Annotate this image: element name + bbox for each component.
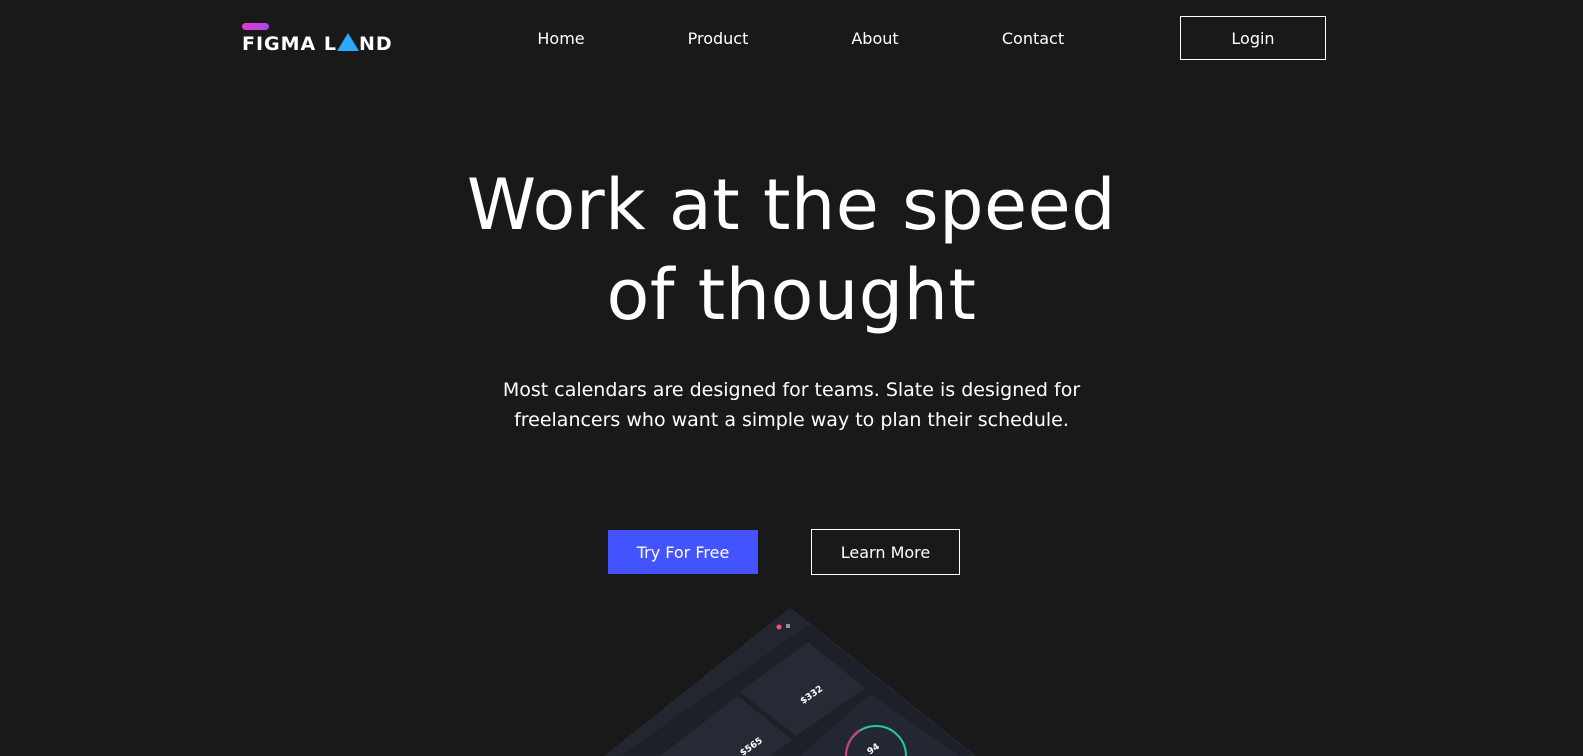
try-for-free-button[interactable]: Try For Free: [608, 530, 758, 574]
dashboard-preview: $332 $565 94: [604, 607, 976, 756]
nav-link-product[interactable]: Product: [688, 26, 749, 52]
nav-link-contact[interactable]: Contact: [1002, 26, 1064, 52]
nav-link-about[interactable]: About: [851, 26, 898, 52]
learn-more-button[interactable]: Learn More: [811, 529, 960, 575]
hero-subtitle: Most calendars are designed for teams. S…: [0, 375, 1583, 435]
main-nav: Home Product About Contact: [0, 26, 1583, 52]
hero-subtitle-line-2: freelancers who want a simple way to pla…: [514, 409, 1069, 431]
hero-title: Work at the speed of thought: [0, 160, 1583, 340]
dashboard-dot-2-icon: [786, 624, 790, 628]
nav-link-home[interactable]: Home: [537, 26, 584, 52]
login-button[interactable]: Login: [1180, 16, 1326, 60]
hero-subtitle-line-1: Most calendars are designed for teams. S…: [502, 379, 1081, 401]
landing-page: FIGMA L ND Home Product About Contact Log…: [0, 0, 1583, 756]
hero-title-line-2: of thought: [606, 254, 977, 336]
dashboard-dot-1-icon: [776, 624, 782, 630]
hero-title-line-1: Work at the speed: [466, 164, 1117, 246]
